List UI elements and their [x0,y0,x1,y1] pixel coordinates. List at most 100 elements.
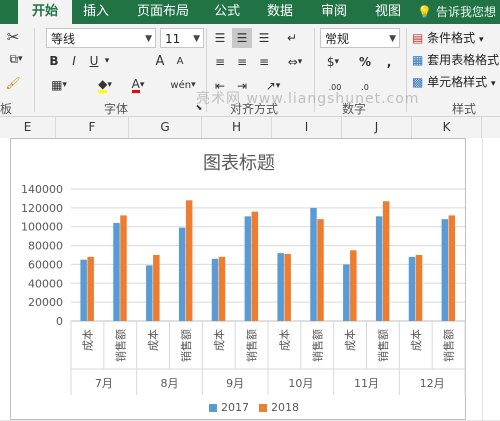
legend-item-2017[interactable]: 2017 [209,401,249,414]
lightbulb-icon: 💡 [417,5,433,19]
tab-data[interactable]: 数据 [258,0,302,24]
percent-button[interactable]: % [356,52,374,72]
align-right-button[interactable]: ≡ [254,52,274,72]
chevron-down-icon: ▼ [193,34,200,44]
x-category-label: 销售额 [376,329,390,362]
x-group-label: 9月 [226,377,244,390]
wrap-text-icon: ↵ [286,31,298,45]
y-tick-label: 60000 [28,258,63,271]
font-color-button[interactable]: A ▾ [124,76,152,94]
align-bottom-button[interactable]: ☰ [254,28,274,48]
font-shrink-button[interactable]: A [172,52,188,70]
border-icon: ▦ [51,78,63,92]
merge-icon: ⇔ [287,55,298,69]
align-right-icon: ≡ [258,55,270,69]
align-left-icon: ≡ [214,55,226,69]
bar-2017 [375,216,383,321]
bar-2018 [415,255,423,321]
cell-styles-label: 单元格样式 [427,75,488,89]
scissors-icon: ✂ [6,28,20,46]
cell-styles-button[interactable]: ▩ 单元格样式 ▾ [412,72,500,92]
comma-button[interactable]: , [382,52,396,72]
bar-2018 [317,219,324,321]
x-group-label: 8月 [161,377,179,390]
fill-color-button[interactable]: ◆ ▾ [92,76,118,94]
align-middle-icon: ☰ [236,31,248,45]
font-grow-button[interactable]: A [152,52,168,70]
tab-home[interactable]: 开始 [18,0,72,24]
x-category-label: 成本 [80,329,94,351]
currency-button[interactable]: $ ▾ [320,52,346,72]
legend-item-2018[interactable]: 2018 [259,401,299,414]
bar-2017 [244,216,252,321]
font-name-combo[interactable]: 等线 ▼ [46,28,156,48]
tab-view[interactable]: 视图 [366,0,410,24]
bar-2018 [185,200,193,321]
currency-icon: $ [326,55,335,69]
format-painter-button[interactable]: 🖌 [4,74,22,92]
format-as-table-button[interactable]: ▦ 套用表格格式 [412,50,500,70]
chart-object[interactable]: 图表标题 0 20000 40000 60000 80000 100000 120000 14… [10,138,466,420]
underline-button[interactable]: U [86,52,102,70]
align-top-button[interactable]: ☰ [210,28,230,48]
cell-style-icon: ▩ [412,75,424,89]
conditional-format-button[interactable]: ▤ 条件格式 ▾ [412,28,500,48]
bar-2018 [87,256,94,321]
cut-button[interactable]: ✂ [4,28,22,46]
x-group-label: 11月 [354,377,379,390]
column-header-j[interactable]: J [342,117,412,138]
x-group-label: 10月 [288,377,313,390]
bar-2017 [441,219,449,321]
column-header-k[interactable]: K [412,117,482,138]
merge-center-button[interactable]: ⇔ ▾ [282,52,308,72]
tab-review[interactable]: 审阅 [312,0,356,24]
ribbon-tab-bar: 开始 插入 页面布局 公式 数据 审阅 视图 💡 告诉我您想 [0,0,500,24]
group-label-styles: 样式 [452,102,477,116]
y-tick-label: 0 [56,315,63,328]
tab-insert[interactable]: 插入 [74,0,118,24]
bar-2018 [284,254,291,321]
number-format-combo[interactable]: 常规 ▼ [320,28,400,48]
bar-2018 [120,215,127,321]
tab-formulas[interactable]: 公式 [206,0,248,24]
x-category-label: 成本 [277,329,291,351]
bar-2017 [80,259,87,321]
legend-label: 2018 [271,401,299,414]
separator [34,28,35,112]
x-category-label: 成本 [212,329,226,351]
italic-button[interactable]: I [66,52,82,70]
underline-dropdown[interactable]: ▾ [102,52,112,70]
borders-button[interactable]: ▦ ▾ [46,76,72,94]
tab-page-layout[interactable]: 页面布局 [128,0,198,24]
bar-2018 [153,255,160,321]
align-left-button[interactable]: ≡ [210,52,230,72]
column-header-g[interactable]: G [129,117,202,138]
x-category-label: 销售额 [310,329,324,362]
table-icon: ▦ [412,53,424,67]
copy-button[interactable]: ⧉ ▾ [2,50,30,68]
bar-2018 [218,256,226,321]
wrap-text-button[interactable]: ↵ [282,28,302,48]
bar-2018 [251,211,259,321]
column-header-e[interactable]: E [0,117,56,138]
align-middle-button[interactable]: ☰ [232,28,252,48]
group-label-font: 字体 [104,102,129,116]
column-header-i[interactable]: I [272,117,342,138]
tell-me-search[interactable]: 💡 告诉我您想 [417,0,500,24]
x-category-label: 销售额 [113,329,127,362]
font-size-combo[interactable]: 11 ▼ [160,28,204,48]
tell-me-text: 告诉我您想 [435,5,496,19]
legend-label: 2017 [221,401,249,414]
y-tick-label: 40000 [28,277,63,290]
x-category-label: 销售额 [245,329,259,362]
bold-button[interactable]: B [46,52,62,70]
chart-plot-area: 0 20000 40000 60000 80000 100000 120000 140000 成… [21,183,466,395]
tab-file[interactable] [0,0,18,24]
phonetic-button[interactable]: wén ▾ [168,76,198,94]
align-center-button[interactable]: ≡ [232,52,252,72]
paint-bucket-icon: ◆ [98,76,108,93]
column-header-h[interactable]: H [202,117,272,138]
bar-2017 [343,264,350,321]
font-name-value: 等线 [51,32,76,46]
column-header-f[interactable]: F [56,117,129,138]
